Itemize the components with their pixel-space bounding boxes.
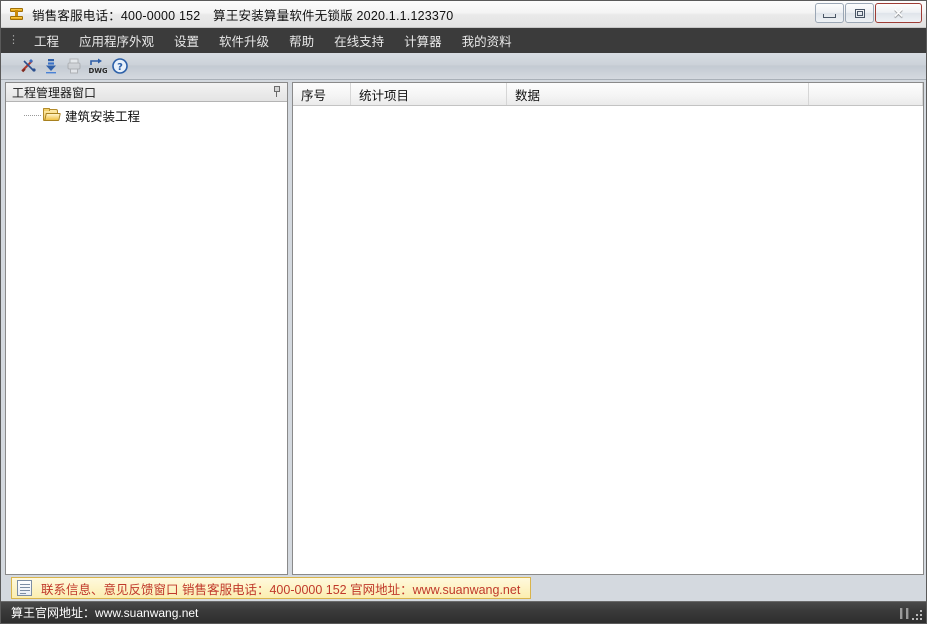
minimize-icon <box>823 14 836 18</box>
menu-bar: ⋮ 工程 应用程序外观 设置 软件升级 帮助 在线支持 计算器 我的资料 <box>1 28 926 53</box>
tools-wand-icon <box>19 57 37 75</box>
tree-item-label: 建筑安装工程 <box>65 106 140 125</box>
toolbar: DWG ? <box>1 53 926 80</box>
tree-item-building-installation[interactable]: 建筑安装工程 <box>6 106 287 124</box>
grid-column-index[interactable]: 序号 <box>293 83 351 105</box>
tools-wand-button[interactable] <box>17 55 39 77</box>
print-button <box>63 55 85 77</box>
contact-info-bar[interactable]: 联系信息、意见反馈窗口 销售客服电话：400-0000 152 官网地址：www… <box>11 577 531 599</box>
tree-connector-icon <box>24 115 41 117</box>
menu-item-help[interactable]: 帮助 <box>279 27 324 55</box>
resize-grip-icon[interactable] <box>889 605 923 621</box>
menu-item-my-profile[interactable]: 我的资料 <box>452 27 522 55</box>
window-controls: ✕ <box>814 3 922 23</box>
statistics-grid-panel: 序号 统计项目 数据 <box>292 82 924 575</box>
menu-item-upgrade[interactable]: 软件升级 <box>209 27 279 55</box>
folder-open-icon <box>43 108 60 122</box>
status-bar-text: 算王官网地址：www.suanwang.net <box>11 604 198 621</box>
close-button[interactable]: ✕ <box>875 3 922 23</box>
grid-column-data[interactable]: 数据 <box>507 83 809 105</box>
window-title: 销售客服电话：400-0000 152 算王安装算量软件无锁版 2020.1.1… <box>32 5 453 24</box>
status-bar: 算王官网地址：www.suanwang.net <box>1 601 926 623</box>
grid-body[interactable] <box>293 106 923 574</box>
project-panel-title: 工程管理器窗口 <box>12 84 96 101</box>
menu-item-project[interactable]: 工程 <box>24 27 69 55</box>
grid-header: 序号 统计项目 数据 <box>293 83 923 106</box>
restore-button[interactable] <box>845 3 874 23</box>
svg-text:?: ? <box>117 62 123 73</box>
grid-column-item[interactable]: 统计项目 <box>351 83 507 105</box>
import-download-button[interactable] <box>40 55 62 77</box>
close-icon: ✕ <box>893 6 905 20</box>
menu-item-appearance[interactable]: 应用程序外观 <box>69 27 164 55</box>
dwg-import-icon: DWG <box>87 57 107 75</box>
svg-text:DWG: DWG <box>89 67 108 75</box>
grid-column-extra[interactable] <box>809 83 923 105</box>
note-icon <box>17 580 32 596</box>
help-icon: ? <box>111 57 129 75</box>
project-panel-caption: 工程管理器窗口 <box>6 83 287 102</box>
menu-grip-icon[interactable]: ⋮ <box>6 35 24 46</box>
dwg-import-button[interactable]: DWG <box>86 55 108 77</box>
project-manager-panel: 工程管理器窗口 建筑安装工程 <box>5 82 288 575</box>
project-tree[interactable]: 建筑安装工程 <box>6 102 287 574</box>
application-window: 销售客服电话：400-0000 152 算王安装算量软件无锁版 2020.1.1… <box>0 0 927 624</box>
help-button[interactable]: ? <box>109 55 131 77</box>
contact-info-text: 联系信息、意见反馈窗口 销售客服电话：400-0000 152 官网地址：www… <box>41 579 520 598</box>
title-bar: 销售客服电话：400-0000 152 算王安装算量软件无锁版 2020.1.1… <box>1 1 926 28</box>
info-bar-container: 联系信息、意见反馈窗口 销售客服电话：400-0000 152 官网地址：www… <box>1 575 926 601</box>
app-logo-icon <box>8 6 25 23</box>
work-area: 工程管理器窗口 建筑安装工程 序号 统计项目 <box>1 80 926 575</box>
minimize-button[interactable] <box>815 3 844 23</box>
restore-icon <box>855 9 865 18</box>
import-download-icon <box>42 57 60 75</box>
menu-item-calculator[interactable]: 计算器 <box>394 27 452 55</box>
menu-item-settings[interactable]: 设置 <box>164 27 209 55</box>
print-icon <box>65 57 83 75</box>
pin-icon[interactable] <box>272 86 283 98</box>
menu-item-online-support[interactable]: 在线支持 <box>324 27 394 55</box>
